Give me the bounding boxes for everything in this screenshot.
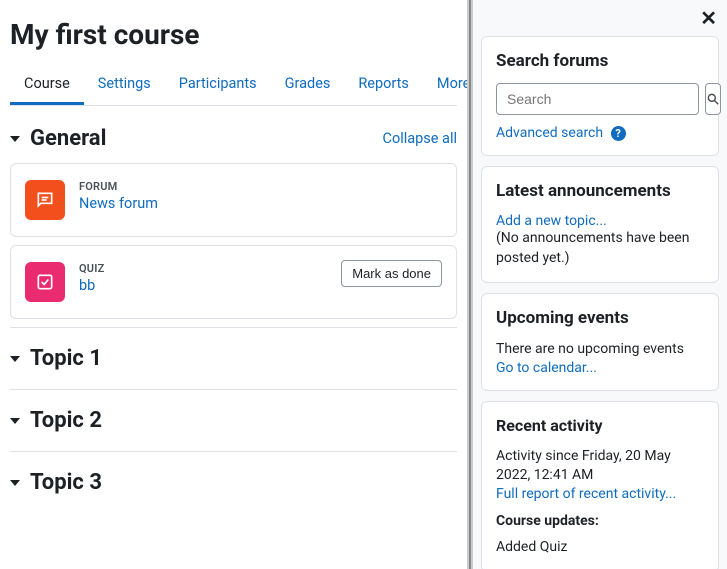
- tab-more-label: More: [437, 75, 467, 92]
- page-title: My first course: [10, 18, 457, 51]
- tab-more[interactable]: More: [423, 65, 467, 105]
- block-upcoming-events: Upcoming events There are no upcoming ev…: [481, 293, 719, 391]
- course-tabs: Course Settings Participants Grades Repo…: [10, 65, 457, 106]
- advanced-search-row: Advanced search ?: [496, 125, 704, 141]
- main-region: My first course Course Settings Particip…: [0, 0, 467, 569]
- chevron-down-icon: [10, 356, 20, 362]
- search-button[interactable]: [705, 83, 721, 115]
- activity-quiz: QUIZ bb Mark as done: [10, 245, 457, 319]
- activity-type-label: FORUM: [79, 180, 442, 193]
- block-title: Recent activity: [496, 416, 704, 435]
- quiz-icon: [25, 262, 65, 302]
- mark-done-button[interactable]: Mark as done: [341, 260, 442, 287]
- no-announcements-text: (No announcements have been posted yet.): [496, 229, 704, 268]
- activity-name-link[interactable]: News forum: [79, 195, 442, 212]
- block-title: Upcoming events: [496, 308, 704, 328]
- chevron-down-icon: [10, 480, 20, 486]
- block-announcements: Latest announcements Add a new topic... …: [481, 166, 719, 283]
- calendar-link[interactable]: Go to calendar...: [496, 360, 704, 376]
- advanced-search-link[interactable]: Advanced search: [496, 125, 603, 141]
- collapse-all-link[interactable]: Collapse all: [383, 130, 458, 147]
- chevron-down-icon: [10, 136, 20, 142]
- general-toggle[interactable]: General: [10, 126, 106, 151]
- full-report-link[interactable]: Full report of recent activity...: [496, 486, 704, 502]
- block-title: Search forums: [496, 51, 704, 71]
- course-updates-label: Course updates:: [496, 512, 704, 532]
- right-drawer: ✕ Search forums Advanced search ? Latest…: [473, 0, 727, 569]
- tab-reports[interactable]: Reports: [344, 65, 423, 105]
- no-events-text: There are no upcoming events: [496, 340, 704, 360]
- block-recent-activity: Recent activity Activity since Friday, 2…: [481, 401, 719, 569]
- chevron-down-icon: [10, 418, 20, 424]
- tab-course[interactable]: Course: [10, 65, 84, 105]
- topic-title: Topic 2: [30, 408, 102, 433]
- activity-since-text: Activity since Friday, 20 May 2022, 12:4…: [496, 447, 704, 486]
- topic-3-toggle[interactable]: Topic 3: [10, 451, 457, 513]
- topic-1-toggle[interactable]: Topic 1: [10, 327, 457, 389]
- update-item: Added Quiz: [496, 538, 704, 558]
- activity-forum: FORUM News forum: [10, 163, 457, 237]
- tab-settings[interactable]: Settings: [84, 65, 165, 105]
- search-row: [496, 83, 704, 115]
- help-icon[interactable]: ?: [611, 126, 626, 141]
- tab-participants[interactable]: Participants: [165, 65, 271, 105]
- block-search-forums: Search forums Advanced search ?: [481, 36, 719, 156]
- topic-2-toggle[interactable]: Topic 2: [10, 389, 457, 451]
- close-icon[interactable]: ✕: [700, 6, 717, 30]
- forum-icon: [25, 180, 65, 220]
- activity-info: FORUM News forum: [79, 180, 442, 212]
- add-topic-link[interactable]: Add a new topic...: [496, 213, 704, 229]
- topic-title: Topic 3: [30, 470, 102, 495]
- general-header: General Collapse all: [10, 126, 457, 151]
- general-title: General: [30, 126, 106, 151]
- tab-grades[interactable]: Grades: [271, 65, 345, 105]
- topic-title: Topic 1: [30, 346, 102, 371]
- search-icon: [706, 92, 720, 106]
- block-title: Latest announcements: [496, 181, 704, 201]
- search-input[interactable]: [496, 83, 699, 115]
